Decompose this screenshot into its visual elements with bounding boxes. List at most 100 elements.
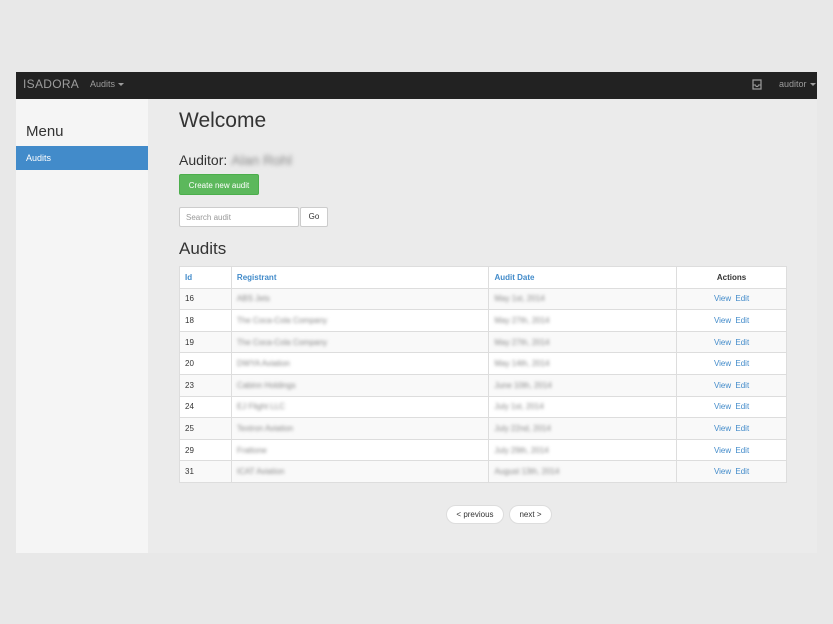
cell-id: 19 bbox=[179, 330, 232, 354]
view-link[interactable]: View bbox=[714, 338, 731, 347]
sidebar-item-audits[interactable]: Audits bbox=[16, 146, 148, 170]
registrant-text: The Coca-Cola Company bbox=[236, 315, 328, 325]
brand-logo[interactable]: ISADORA bbox=[23, 77, 79, 91]
cell-registrant: Textron Aviation bbox=[230, 417, 490, 440]
cell-audit-date: June 10th, 2014 bbox=[488, 373, 678, 397]
audit-date-text: August 13th, 2014 bbox=[494, 467, 560, 477]
registrant-text: Textron Aviation bbox=[236, 423, 294, 433]
cell-audit-date: May 1st, 2014 bbox=[488, 287, 678, 311]
table-row: 18 The Coca-Cola Company May 27th, 2014 Vie… bbox=[179, 309, 787, 332]
cell-actions: View Edit bbox=[676, 330, 787, 354]
edit-link[interactable]: Edit bbox=[735, 338, 749, 347]
cell-audit-date: May 14th, 2014 bbox=[488, 352, 678, 375]
cell-actions: View Edit bbox=[676, 460, 787, 483]
table-row: 20 DWYA Aviation May 14th, 2014 View Edit bbox=[179, 352, 787, 375]
audits-dropdown-label: Audits bbox=[90, 79, 116, 89]
cell-registrant: DWYA Aviation bbox=[230, 352, 490, 375]
cell-id: 20 bbox=[179, 352, 232, 375]
cell-audit-date: July 29th, 2014 bbox=[488, 438, 678, 462]
cell-id: 31 bbox=[179, 460, 232, 483]
audit-date-text: May 27th, 2014 bbox=[494, 315, 550, 325]
column-header-registrant[interactable]: Registrant bbox=[230, 266, 490, 289]
cell-id: 24 bbox=[179, 395, 232, 419]
cell-actions: View Edit bbox=[676, 287, 787, 311]
audit-date-text: May 1st, 2014 bbox=[494, 294, 545, 304]
registrant-text: EJ Flight LLC bbox=[236, 402, 285, 412]
cell-actions: View Edit bbox=[676, 352, 787, 375]
inbox-icon[interactable] bbox=[752, 79, 762, 90]
edit-link[interactable]: Edit bbox=[735, 294, 749, 303]
audits-dropdown[interactable]: Audits bbox=[90, 79, 125, 89]
go-button[interactable]: Go bbox=[300, 207, 328, 227]
cell-actions: View Edit bbox=[676, 438, 787, 462]
cell-registrant: Frattone bbox=[230, 438, 490, 462]
column-header-id[interactable]: Id bbox=[179, 266, 232, 289]
cell-id: 29 bbox=[179, 438, 232, 462]
view-link[interactable]: View bbox=[714, 424, 731, 433]
column-header-audit-date[interactable]: Audit Date bbox=[488, 266, 678, 289]
audits-heading: Audits bbox=[179, 239, 227, 258]
registrant-text: Frattone bbox=[236, 445, 267, 455]
cell-audit-date: July 22nd, 2014 bbox=[488, 417, 678, 440]
cell-id: 16 bbox=[179, 287, 232, 311]
table-row: 23 Cabinn Holdings June 10th, 2014 View Edi… bbox=[179, 373, 787, 397]
cell-actions: View Edit bbox=[676, 309, 787, 332]
edit-link[interactable]: Edit bbox=[735, 424, 749, 433]
edit-link[interactable]: Edit bbox=[735, 446, 749, 455]
edit-link[interactable]: Edit bbox=[735, 316, 749, 325]
registrant-text: Cabinn Holdings bbox=[236, 380, 296, 390]
user-dropdown[interactable]: auditor bbox=[779, 79, 816, 89]
edit-link[interactable]: Edit bbox=[735, 467, 749, 476]
user-dropdown-label: auditor bbox=[779, 79, 807, 89]
view-link[interactable]: View bbox=[714, 359, 731, 368]
view-link[interactable]: View bbox=[714, 446, 731, 455]
edit-link[interactable]: Edit bbox=[735, 402, 749, 411]
cell-actions: View Edit bbox=[676, 373, 787, 397]
cell-audit-date: May 27th, 2014 bbox=[488, 330, 678, 354]
cell-id: 25 bbox=[179, 417, 232, 440]
audit-date-text: July 22nd, 2014 bbox=[494, 423, 551, 433]
table-row: 24 EJ Flight LLC July 1st, 2014 View Edit bbox=[179, 395, 787, 419]
view-link[interactable]: View bbox=[714, 402, 731, 411]
sidebar: Menu Audits bbox=[16, 99, 148, 553]
audit-date-text: May 27th, 2014 bbox=[494, 337, 550, 347]
app-window: ISADORA Audits auditor Menu Audits Welco… bbox=[16, 72, 817, 553]
cell-audit-date: May 27th, 2014 bbox=[488, 309, 678, 332]
auditor-name: Alan Rohl bbox=[231, 152, 292, 168]
edit-link[interactable]: Edit bbox=[735, 381, 749, 390]
caret-down-icon bbox=[809, 83, 816, 87]
view-link[interactable]: View bbox=[714, 381, 731, 390]
caret-down-icon bbox=[118, 83, 125, 87]
auditor-label: Auditor: bbox=[179, 152, 228, 168]
cell-registrant: The Coca-Cola Company bbox=[230, 330, 490, 354]
registrant-text: ABS Jets bbox=[236, 294, 270, 304]
create-audit-button[interactable]: Create new audit bbox=[179, 174, 259, 195]
cell-registrant: ABS Jets bbox=[230, 287, 490, 311]
cell-actions: View Edit bbox=[676, 417, 787, 440]
cell-audit-date: August 13th, 2014 bbox=[488, 460, 678, 483]
cell-id: 18 bbox=[179, 309, 232, 332]
cell-registrant: EJ Flight LLC bbox=[230, 395, 490, 419]
page-title: Welcome bbox=[179, 109, 267, 132]
column-header-actions: Actions bbox=[676, 266, 787, 289]
cell-actions: View Edit bbox=[676, 395, 787, 419]
registrant-text: The Coca-Cola Company bbox=[236, 337, 328, 347]
edit-link[interactable]: Edit bbox=[735, 359, 749, 368]
cell-registrant: The Coca-Cola Company bbox=[230, 309, 490, 332]
view-link[interactable]: View bbox=[714, 316, 731, 325]
view-link[interactable]: View bbox=[714, 467, 731, 476]
next-button[interactable]: next > bbox=[509, 505, 552, 524]
table-row: 29 Frattone July 29th, 2014 View Edit bbox=[179, 438, 787, 462]
cell-audit-date: July 1st, 2014 bbox=[488, 395, 678, 419]
table-row: 25 Textron Aviation July 22nd, 2014 View Ed… bbox=[179, 417, 787, 440]
cell-id: 23 bbox=[179, 373, 232, 397]
view-link[interactable]: View bbox=[714, 294, 731, 303]
cell-registrant: ICAT Aviation bbox=[230, 460, 490, 483]
cell-registrant: Cabinn Holdings bbox=[230, 373, 490, 397]
top-navbar: ISADORA Audits auditor bbox=[16, 72, 817, 99]
table-row: 19 The Coca-Cola Company May 27th, 2014 Vie… bbox=[179, 330, 787, 354]
search-input[interactable] bbox=[179, 207, 299, 227]
previous-button[interactable]: < previous bbox=[446, 505, 504, 524]
audit-date-text: July 1st, 2014 bbox=[494, 402, 544, 412]
audits-table: Id Registrant Audit Date Actions 16 ABS J… bbox=[179, 266, 787, 483]
